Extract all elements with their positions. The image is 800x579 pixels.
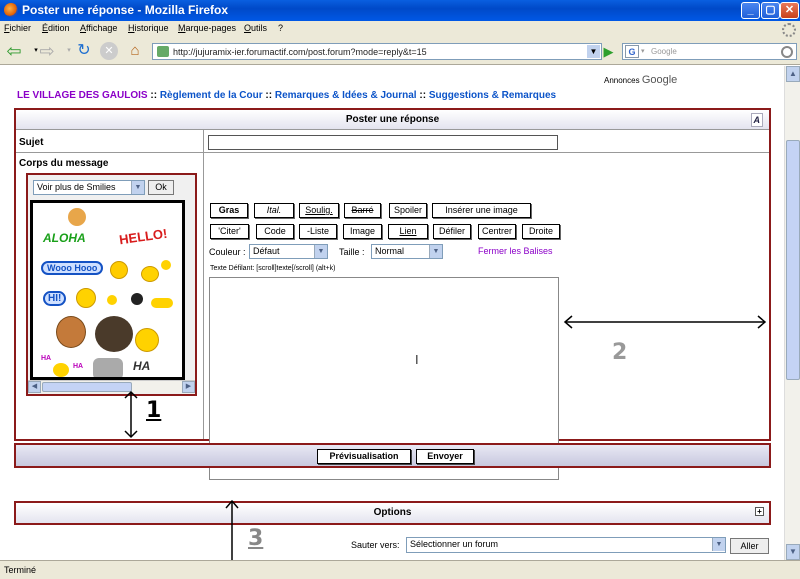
status-bar: Terminé	[0, 560, 800, 579]
scroll-down-icon[interactable]: ▼	[786, 544, 800, 560]
page-vertical-scrollbar[interactable]: ▲ ▼	[784, 66, 800, 560]
annotation-arrows	[124, 315, 767, 573]
scroll-thumb[interactable]	[786, 140, 800, 380]
status-text: Terminé	[4, 565, 37, 575]
scroll-up-icon[interactable]: ▲	[786, 66, 800, 82]
